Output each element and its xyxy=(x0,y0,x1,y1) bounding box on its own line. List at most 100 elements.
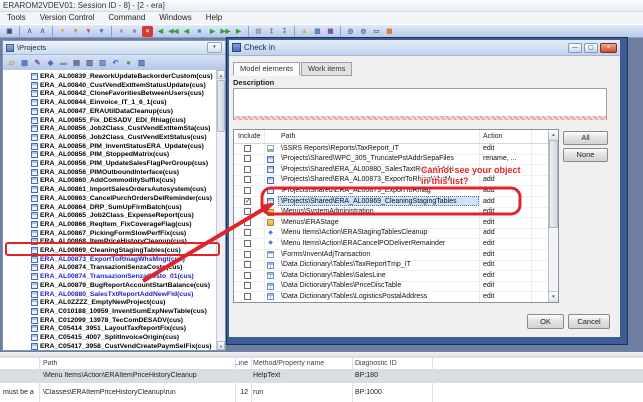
filter-icon[interactable]: ◈ xyxy=(46,58,56,68)
menu-item-windows[interactable]: Windows xyxy=(152,12,198,24)
grid-icon[interactable]: ▦ xyxy=(20,58,30,68)
tree-item[interactable]: ERA_AL00856_PIM_StoppedMatrix(cus) xyxy=(3,150,169,159)
tree-item[interactable]: ERA_AL00861_ImportSalesOrdersAutosystem(… xyxy=(3,185,206,194)
tree-item[interactable]: ERA_AL00856_PIMOutboundInterface(cus) xyxy=(3,168,179,177)
none-button[interactable]: None xyxy=(563,148,608,162)
compare-icon[interactable]: Λ xyxy=(24,26,35,37)
include-column-header[interactable]: Include xyxy=(238,133,261,140)
include-checkbox[interactable] xyxy=(244,186,251,194)
tree-item-highlighted[interactable]: ERA_AL00869_CleaningStagingTables(cus) xyxy=(3,246,181,255)
remove-icon[interactable]: ▬ xyxy=(59,58,69,68)
tree-item[interactable]: ERA_AL00873_ExportToRhiagWhsMngt(cus) xyxy=(3,255,185,264)
output-column-diagnostic-id[interactable]: Diagnostic ID xyxy=(355,360,430,367)
paste-icon[interactable]: ▥ xyxy=(85,58,95,68)
step-back-icon[interactable]: ◀◀ xyxy=(168,26,179,37)
breakpoint-icon[interactable]: ■ xyxy=(116,26,127,37)
tree-item[interactable]: ERA_AL00856_Job2Class_CustVendExtStatus(… xyxy=(3,133,207,142)
tree-item[interactable]: ERA_AL00874_TransazioniSenzaCosto_01(cus… xyxy=(3,272,194,281)
output-column-method-property-name[interactable]: Method/Property name xyxy=(253,360,351,367)
dialog-titlebar[interactable]: Check in — ▢ × xyxy=(229,40,620,56)
tree-item[interactable]: ERA_C05417_3958_CustVendCreatePaymSelFix… xyxy=(3,342,212,350)
tree-item[interactable]: ERA_AL00868_ItemPriceHistoryCleanup(cus) xyxy=(3,237,187,246)
tree-item[interactable]: ERA_AL00844_Einvoice_IT_1_6_1(cus) xyxy=(3,98,167,107)
include-checkbox[interactable] xyxy=(244,271,251,279)
tree-item[interactable]: ERA_AL00874_TransazioniSenzaCosto(cus) xyxy=(3,263,182,272)
include-checkbox[interactable] xyxy=(244,229,251,237)
menu-item-command[interactable]: Command xyxy=(101,12,152,24)
tree-item[interactable]: ERA_AL00865_Job2Class_ExpenseReport(cus) xyxy=(3,211,194,220)
back-icon[interactable]: ◀ xyxy=(181,26,192,37)
step-over-icon[interactable]: ▶▶ xyxy=(220,26,231,37)
import-icon[interactable]: ↥ xyxy=(266,26,277,37)
settings-icon[interactable]: ▦ xyxy=(384,26,395,37)
play-icon[interactable]: ▶ xyxy=(207,26,218,37)
tree-item[interactable]: ERA_AL00860_AddCommoditySuffix(cus) xyxy=(3,176,176,185)
filter-red-icon[interactable]: ▼ xyxy=(83,26,94,37)
tree-item[interactable]: ERA_C010188_10959_InventSumExpNewTable(c… xyxy=(3,307,207,316)
include-checkbox[interactable] xyxy=(244,165,251,173)
tree-item[interactable]: ERA_AL0ZZZZ_EmptyNewProject(cus) xyxy=(3,298,165,307)
tree-item[interactable]: ERA_AL00879_BugReportAccountStartBalance… xyxy=(3,281,210,290)
ok-button[interactable]: OK xyxy=(527,314,564,329)
scroll-down-icon[interactable]: ▼ xyxy=(549,291,558,302)
include-checkbox[interactable] xyxy=(244,282,251,290)
all-button[interactable]: All xyxy=(563,131,608,145)
filter-yellow-icon[interactable]: ▼ xyxy=(57,26,68,37)
tree-item[interactable]: ERA_AL00842_CloneFavoritiesBetweenUsers(… xyxy=(3,89,204,98)
output-row[interactable]: must be a \Classes\ERAItemPriceHistoryCle… xyxy=(0,386,643,402)
output-row[interactable]: \Menu Items\Action\ERAItemPriceHistoryCl… xyxy=(0,369,643,383)
run-to-end-icon[interactable]: ▶ xyxy=(233,26,244,37)
tree-item[interactable]: ERA_AL00855_Fix_DESADV_EDI_Rhiag(cus) xyxy=(3,116,186,125)
include-checkbox[interactable] xyxy=(244,155,251,163)
projects-panel-titlebar[interactable]: \Projects ▾ xyxy=(3,41,225,55)
tree-item[interactable]: ERA_AL00863_CancelPurchOrdersDelReminder… xyxy=(3,194,212,203)
menu-item-help[interactable]: Help xyxy=(199,12,229,24)
preview-icon[interactable]: ◎ xyxy=(345,26,356,37)
include-checkbox[interactable] xyxy=(244,208,251,216)
undo-icon[interactable]: ↶ xyxy=(111,58,121,68)
tree-item[interactable]: ERA_AL00856_PIM_UpdateSalesFlagPerGroup(… xyxy=(3,159,208,168)
window-titlebar[interactable]: ERAROM2VDEV01: Session ID - 8] - [2 - er… xyxy=(0,0,643,12)
include-checkbox[interactable] xyxy=(244,292,251,300)
output-column-path[interactable]: Path xyxy=(43,360,233,367)
copy-icon[interactable]: ▤ xyxy=(72,58,82,68)
info-icon[interactable]: ▥ xyxy=(312,26,323,37)
tree-item[interactable]: ERA_AL00880_SalesTxtReportAddNewFld(cus) xyxy=(3,290,193,299)
run-to-start-icon[interactable]: ◀ xyxy=(155,26,166,37)
document-icon[interactable]: ▤ xyxy=(253,26,264,37)
export-icon[interactable]: ↧ xyxy=(279,26,290,37)
tree-item[interactable]: ERA_AL00866_ReqItem_FixCoverageFlag(cus) xyxy=(3,220,191,229)
scroll-thumb[interactable] xyxy=(549,140,558,228)
breakpoint-all-icon[interactable]: ■ xyxy=(129,26,140,37)
maximize-button[interactable]: ▢ xyxy=(584,42,598,53)
minimize-button[interactable]: — xyxy=(568,42,582,53)
tab-model-elements[interactable]: Model elements xyxy=(233,62,300,76)
close-button[interactable]: × xyxy=(600,42,617,53)
edit-icon[interactable]: ✎ xyxy=(33,58,43,68)
alert-icon[interactable]: ▲ xyxy=(299,26,310,37)
layers-icon[interactable]: ▧ xyxy=(98,58,108,68)
menu-item-tools[interactable]: Tools xyxy=(0,12,33,24)
scroll-up-icon[interactable]: ▲ xyxy=(217,70,225,79)
scroll-down-icon[interactable]: ▼ xyxy=(217,341,225,350)
include-checkbox[interactable] xyxy=(244,144,251,152)
include-checkbox[interactable] xyxy=(244,218,251,226)
include-checkbox[interactable] xyxy=(244,261,251,269)
filter-orange-icon[interactable]: ▼ xyxy=(70,26,81,37)
find-icon[interactable]: ◎ xyxy=(358,26,369,37)
panel-window-button[interactable]: ▾ xyxy=(207,42,222,53)
synchronize-icon[interactable]: ● xyxy=(124,58,134,68)
menu-item-version-control[interactable]: Version Control xyxy=(33,12,102,24)
projects-scrollbar[interactable]: ▲ ▼ xyxy=(216,70,225,350)
include-checkbox[interactable] xyxy=(244,250,251,258)
cancel-button[interactable]: Cancel xyxy=(568,314,610,329)
scroll-thumb[interactable] xyxy=(217,80,225,132)
tab-work-items[interactable]: Work items xyxy=(300,62,353,76)
tree-item[interactable]: ERA_AL00864_DRP_SumUpFirmBatch(cus) xyxy=(3,203,182,212)
tree-item[interactable]: ERA_AL00847_ERAUtilDataCleanup(cus) xyxy=(3,107,173,116)
action-column-header[interactable]: Action xyxy=(483,133,502,140)
help-book-icon[interactable]: ▦ xyxy=(325,26,336,37)
tree-item[interactable]: ERA_AL00856_PIM_InventStatusERA_Update(c… xyxy=(3,142,204,151)
tree-item[interactable]: ERA_AL00867_PickingFormSlowPerfFix(cus) xyxy=(3,229,186,238)
path-column-header[interactable]: Path xyxy=(281,133,295,140)
